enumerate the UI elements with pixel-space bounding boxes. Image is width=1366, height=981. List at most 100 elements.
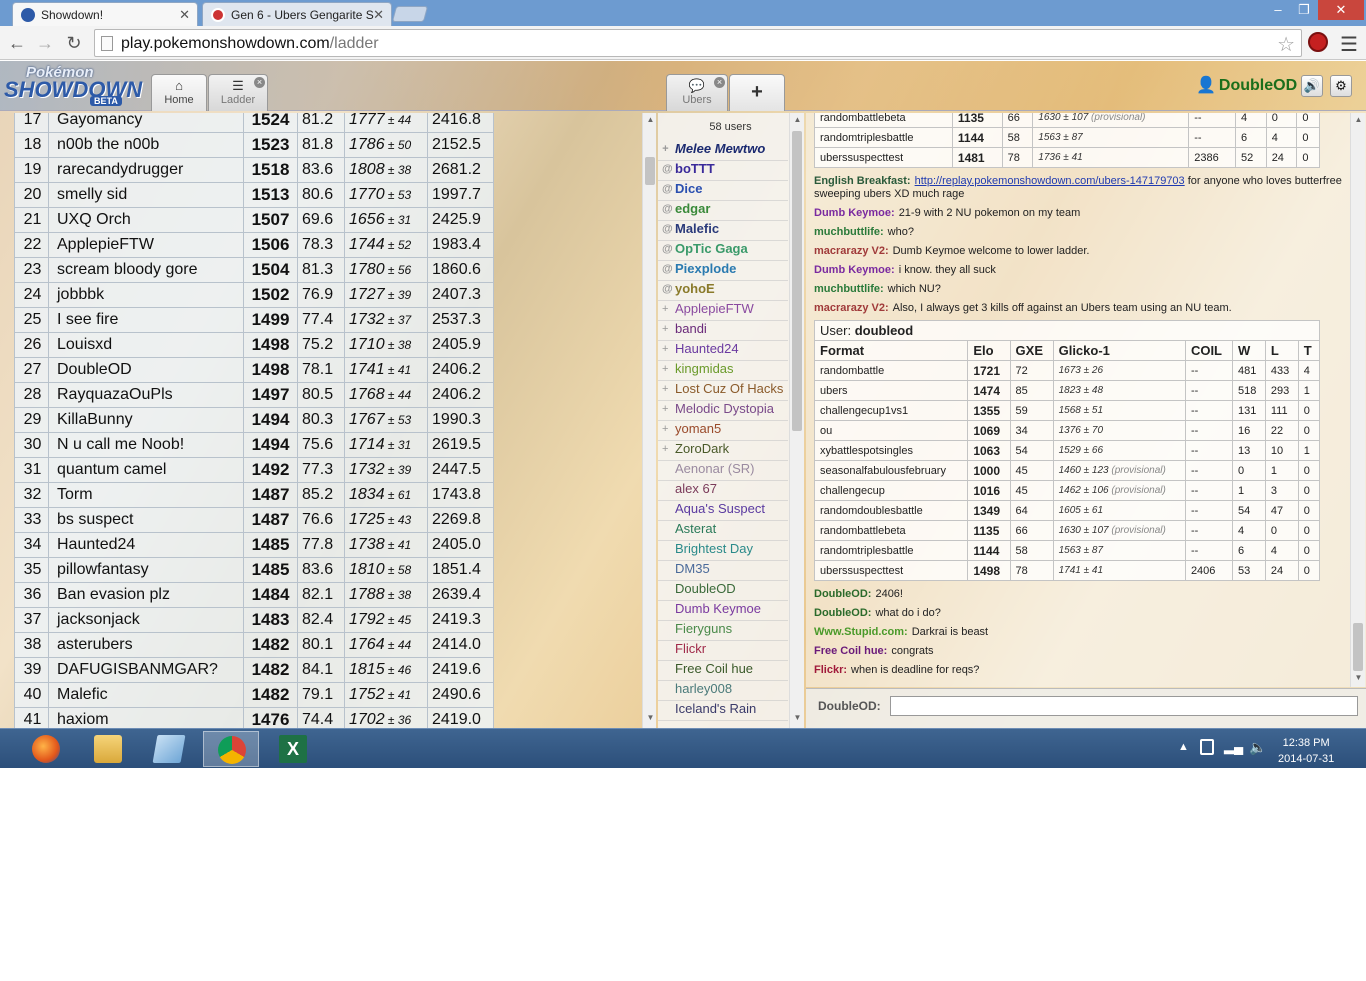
user-list-item[interactable]: @ Dice: [658, 181, 788, 201]
ladder-player-name[interactable]: I see fire: [48, 307, 244, 333]
chat-username[interactable]: muchbuttlife:: [814, 283, 884, 295]
network-signal-icon[interactable]: ▂▄: [1224, 739, 1243, 755]
excel-icon[interactable]: X: [265, 731, 321, 767]
minimize-button[interactable]: –: [1264, 0, 1292, 20]
user-list-item[interactable]: Aenonar (SR): [658, 461, 788, 481]
chat-username[interactable]: muchbuttlife:: [814, 226, 884, 238]
user-list-item[interactable]: DoubleOD: [658, 581, 788, 601]
close-icon[interactable]: ×: [714, 77, 725, 88]
battery-icon[interactable]: [1200, 739, 1214, 755]
forward-arrow-icon[interactable]: →: [34, 32, 56, 54]
user-list-item[interactable]: + Lost Cuz Of Hacks: [658, 381, 788, 401]
close-icon[interactable]: ✕: [179, 7, 190, 23]
ladder-player-name[interactable]: DoubleOD: [48, 357, 244, 383]
chat-username[interactable]: macrarazy V2:: [814, 302, 889, 314]
maximize-button[interactable]: ❐: [1290, 0, 1318, 20]
ladder-player-name[interactable]: jacksonjack: [48, 607, 244, 633]
chat-username[interactable]: DoubleOD:: [814, 607, 871, 619]
scroll-thumb[interactable]: [1353, 623, 1363, 671]
username-button[interactable]: 👤 DoubleOD: [1196, 75, 1297, 95]
volume-icon[interactable]: 🔈: [1249, 739, 1266, 756]
ladder-player-name[interactable]: ApplepieFTW: [48, 232, 244, 258]
scroll-up-arrow-icon[interactable]: ▲: [790, 115, 805, 124]
ladder-player-name[interactable]: jobbbk: [48, 282, 244, 308]
new-room-button[interactable]: +: [729, 74, 785, 111]
clock[interactable]: 12:38 PM 2014-07-31: [1278, 735, 1334, 767]
ladder-player-name[interactable]: N u call me Noob!: [48, 432, 244, 458]
tab-gen6-ubers[interactable]: Gen 6 - Ubers Gengarite S ✕: [202, 2, 392, 26]
show-hidden-icons-icon[interactable]: ▲: [1178, 741, 1189, 753]
user-list-item[interactable]: + kingmidas: [658, 361, 788, 381]
close-window-button[interactable]: ✕: [1318, 0, 1364, 20]
bookmark-star-icon[interactable]: ☆: [1277, 32, 1295, 57]
user-list-item[interactable]: Brightest Day: [658, 541, 788, 561]
address-bar[interactable]: play.pokemonshowdown.com/ladder ☆: [94, 29, 1302, 57]
ladder-player-name[interactable]: RayquazaOuPls: [48, 382, 244, 408]
user-list-item[interactable]: alex 67: [658, 481, 788, 501]
ladder-player-name[interactable]: Gayomancy: [48, 113, 244, 133]
showdown-logo[interactable]: Pokémon SHOWDOWN BETA: [4, 64, 146, 108]
chat-username[interactable]: Flickr:: [814, 664, 847, 676]
notepad-icon[interactable]: [141, 731, 197, 767]
ladder-player-name[interactable]: rarecandydrugger: [48, 157, 244, 183]
user-list-item[interactable]: Iceland's Rain: [658, 701, 788, 721]
ladder-player-name[interactable]: KillaBunny: [48, 407, 244, 433]
firefox-icon[interactable]: [18, 731, 74, 767]
chat-username[interactable]: Dumb Keymoe:: [814, 264, 895, 276]
user-list-item[interactable]: Flickr: [658, 641, 788, 661]
tab-ladder[interactable]: ☰ Ladder ×: [208, 74, 268, 111]
userlist-scrollbar[interactable]: ▲ ▼: [789, 113, 804, 728]
chrome-icon[interactable]: [203, 731, 259, 767]
ladder-player-name[interactable]: pillowfantasy: [48, 557, 244, 583]
scroll-up-arrow-icon[interactable]: ▲: [643, 115, 656, 124]
chat-username[interactable]: DoubleOD:: [814, 588, 871, 600]
chat-input[interactable]: [890, 696, 1358, 716]
user-list-item[interactable]: Aqua's Suspect: [658, 501, 788, 521]
user-list-item[interactable]: @ yohoE: [658, 281, 788, 301]
new-tab-button[interactable]: [391, 6, 429, 22]
settings-gear-icon[interactable]: ⚙: [1330, 75, 1352, 97]
user-list-item[interactable]: + yoman5: [658, 421, 788, 441]
extension-icon[interactable]: [1308, 32, 1328, 52]
user-list-item[interactable]: @ boTTT: [658, 161, 788, 181]
sound-icon[interactable]: 🔊: [1301, 75, 1323, 97]
user-list-item[interactable]: @ OpTic Gaga: [658, 241, 788, 261]
user-list-item[interactable]: @ Malefic: [658, 221, 788, 241]
user-list-item[interactable]: DM35: [658, 561, 788, 581]
chat-username[interactable]: macrarazy V2:: [814, 245, 889, 257]
tab-home[interactable]: ⌂ Home: [151, 74, 207, 111]
chat-username[interactable]: English Breakfast:: [814, 175, 911, 187]
ladder-player-name[interactable]: Haunted24: [48, 532, 244, 558]
close-icon[interactable]: ✕: [373, 7, 384, 23]
scroll-thumb[interactable]: [792, 131, 802, 431]
user-list-item[interactable]: + Melee Mewtwo: [658, 141, 788, 161]
scroll-down-arrow-icon[interactable]: ▼: [1351, 673, 1366, 682]
ladder-player-name[interactable]: UXQ Orch: [48, 207, 244, 233]
chat-username[interactable]: Free Coil hue:: [814, 645, 887, 657]
ladder-player-name[interactable]: quantum camel: [48, 457, 244, 483]
user-list-item[interactable]: + ZoroDark: [658, 441, 788, 461]
ladder-player-name[interactable]: DAFUGISBANMGAR?: [48, 657, 244, 683]
ladder-player-name[interactable]: asterubers: [48, 632, 244, 658]
tab-ubers[interactable]: 💬 Ubers ×: [666, 74, 728, 111]
ladder-player-name[interactable]: Malefic: [48, 682, 244, 708]
user-list-item[interactable]: + ApplepieFTW: [658, 301, 788, 321]
close-icon[interactable]: ×: [254, 77, 265, 88]
user-list-item[interactable]: + bandi: [658, 321, 788, 341]
ladder-player-name[interactable]: n00b the n00b: [48, 132, 244, 158]
ladder-player-name[interactable]: haxiom: [48, 707, 244, 728]
user-list-item[interactable]: Free Coil hue: [658, 661, 788, 681]
chat-username[interactable]: Www.Stupid.com:: [814, 626, 908, 638]
user-list-item[interactable]: @ Piexplode: [658, 261, 788, 281]
user-list-item[interactable]: + Haunted24: [658, 341, 788, 361]
ladder-player-name[interactable]: Torm: [48, 482, 244, 508]
user-list-item[interactable]: Fieryguns: [658, 621, 788, 641]
scroll-down-arrow-icon[interactable]: ▼: [643, 713, 656, 722]
ladder-player-name[interactable]: bs suspect: [48, 507, 244, 533]
scroll-down-arrow-icon[interactable]: ▼: [790, 713, 805, 722]
scroll-thumb[interactable]: [645, 157, 655, 185]
chat-scrollbar[interactable]: ▲ ▼: [1350, 113, 1365, 687]
user-list-item[interactable]: Asterat: [658, 521, 788, 541]
chat-username[interactable]: Dumb Keymoe:: [814, 207, 895, 219]
ladder-player-name[interactable]: Louisxd: [48, 332, 244, 358]
